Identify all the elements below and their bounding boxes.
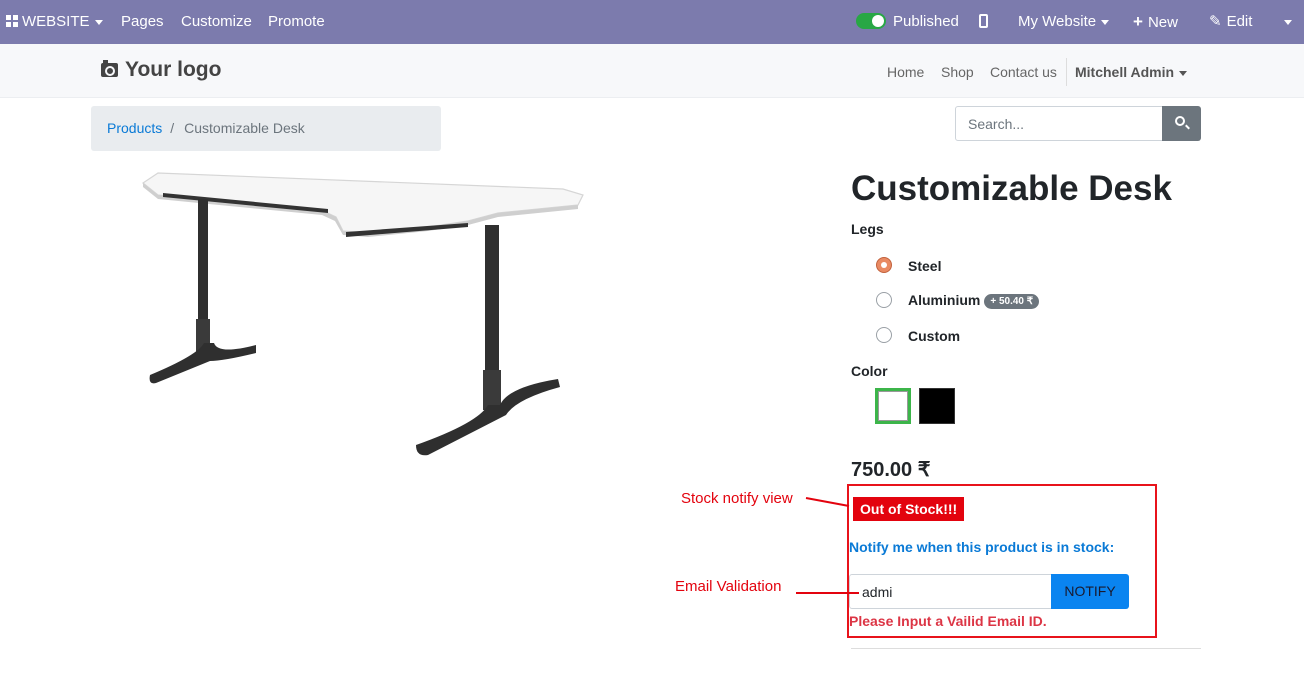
admin-bar: WEBSITE Pages Customize Promote Publishe… xyxy=(0,0,1304,44)
chevron-down-icon xyxy=(1284,19,1292,25)
breadcrumb-current: Customizable Desk xyxy=(184,120,305,136)
pencil-icon: ✎ xyxy=(1209,13,1222,30)
annotation-arrow-stock-notify xyxy=(805,497,850,507)
new-button[interactable]: + New xyxy=(1133,0,1178,44)
color-swatch-black[interactable] xyxy=(919,388,955,424)
out-of-stock-badge: Out of Stock!!! xyxy=(853,497,965,521)
camera-icon xyxy=(101,60,118,77)
nav-contact-us[interactable]: Contact us xyxy=(990,64,1057,80)
legs-option-custom-label[interactable]: Custom xyxy=(908,328,960,344)
plus-icon: + xyxy=(1133,12,1143,31)
site-logo[interactable]: Your logo xyxy=(101,58,221,82)
website-menu-label: WEBSITE xyxy=(22,13,90,30)
my-website-menu[interactable]: My Website xyxy=(1018,0,1110,44)
notify-button[interactable]: NOTIFY xyxy=(1051,574,1129,609)
nav-home[interactable]: Home xyxy=(887,64,924,80)
customize-menu[interactable]: Customize xyxy=(181,0,252,44)
published-toggle[interactable]: Published xyxy=(856,0,959,44)
search-button[interactable] xyxy=(1162,106,1201,141)
email-validation-error: Please Input a Vailid Email ID. xyxy=(849,613,1047,629)
edit-button[interactable]: ✎ Edit xyxy=(1209,0,1252,44)
apps-grid-icon xyxy=(6,15,18,27)
search-input[interactable] xyxy=(955,106,1163,141)
legs-attribute-label: Legs xyxy=(851,221,884,237)
legs-option-steel-radio[interactable] xyxy=(876,257,892,273)
legs-option-aluminium-radio[interactable] xyxy=(876,292,892,308)
notify-email-input[interactable] xyxy=(849,574,1053,609)
product-price: 750.00 ₹ xyxy=(851,459,931,481)
product-title: Customizable Desk xyxy=(851,169,1172,208)
breadcrumb-products-link[interactable]: Products xyxy=(107,120,162,136)
section-divider xyxy=(851,648,1201,649)
color-swatch-white[interactable] xyxy=(875,388,911,424)
product-search xyxy=(955,106,1201,141)
my-website-label: My Website xyxy=(1018,13,1097,30)
annotation-email-validation: Email Validation xyxy=(675,578,782,595)
published-label: Published xyxy=(893,13,959,30)
legs-option-aluminium-label[interactable]: Aluminium + 50.40 ₹ xyxy=(908,292,1040,309)
mobile-preview-button[interactable] xyxy=(979,0,988,44)
breadcrumb: Products / Customizable Desk xyxy=(91,106,441,151)
nav-shop[interactable]: Shop xyxy=(941,64,974,80)
site-header: Your logo Home Shop Contact us Mitchell … xyxy=(0,44,1304,98)
user-menu[interactable]: Mitchell Admin xyxy=(1075,64,1188,80)
promote-menu[interactable]: Promote xyxy=(268,0,325,44)
product-image xyxy=(141,172,584,456)
legs-option-steel-label[interactable]: Steel xyxy=(908,258,941,274)
price-extra-badge: + 50.40 ₹ xyxy=(984,294,1040,309)
search-icon xyxy=(1175,116,1185,126)
notify-prompt: Notify me when this product is in stock: xyxy=(849,539,1115,555)
new-label: New xyxy=(1147,14,1178,31)
color-attribute-label: Color xyxy=(851,363,888,379)
breadcrumb-separator: / xyxy=(170,120,175,136)
chevron-down-icon xyxy=(1101,19,1110,25)
chevron-down-icon xyxy=(1179,70,1188,76)
annotation-stock-notify-view: Stock notify view xyxy=(681,490,793,507)
website-menu[interactable]: WEBSITE xyxy=(6,0,103,44)
legs-option-aluminium-text: Aluminium xyxy=(908,292,981,308)
nav-divider xyxy=(1066,58,1067,86)
user-name: Mitchell Admin xyxy=(1075,64,1175,80)
edit-label: Edit xyxy=(1226,13,1253,30)
more-dropdown-button[interactable] xyxy=(1279,0,1292,44)
mobile-icon xyxy=(979,14,988,28)
legs-option-custom-radio[interactable] xyxy=(876,327,892,343)
chevron-down-icon xyxy=(94,19,103,25)
pages-menu[interactable]: Pages xyxy=(121,0,164,44)
logo-text: Your logo xyxy=(125,58,222,81)
toggle-switch-icon xyxy=(856,13,886,29)
